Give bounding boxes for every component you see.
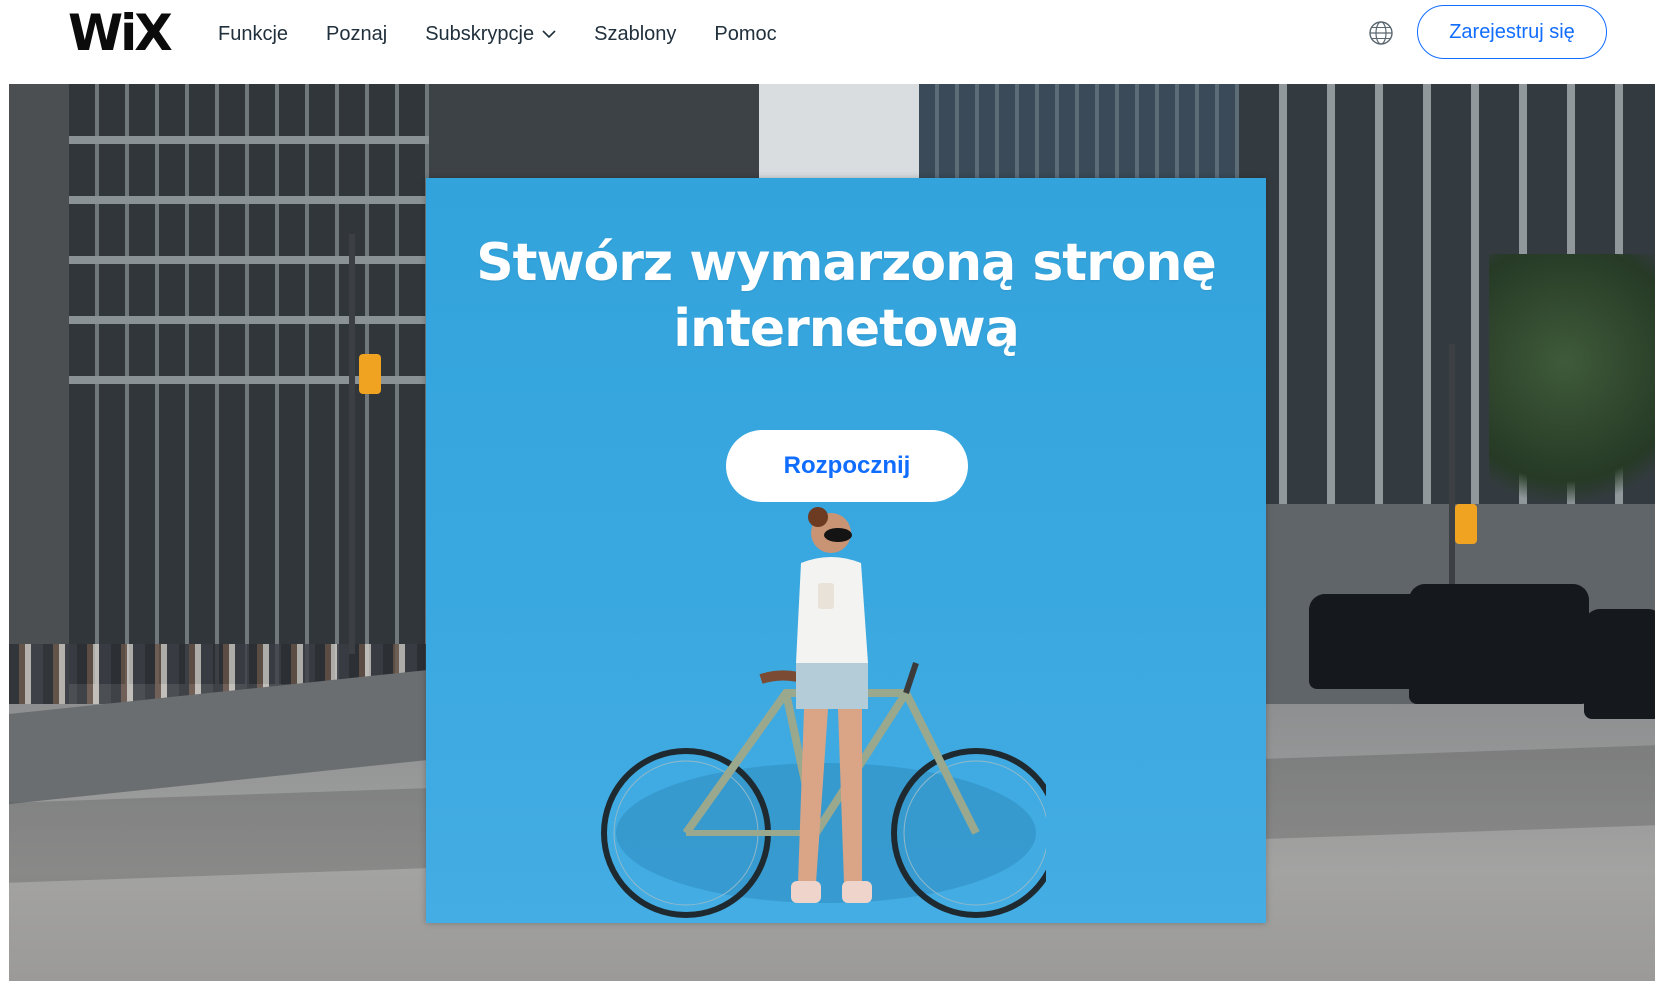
nav-item-label: Funkcje (218, 22, 289, 45)
headline-line-2: internetową (673, 299, 1020, 359)
nav-item-pomoc[interactable]: Pomoc (714, 18, 776, 50)
traffic-light-right (1455, 504, 1477, 544)
traffic-light-left (359, 354, 381, 394)
top-header: WiX Funkcje Poznaj Subskrypcje Szablony … (0, 0, 1655, 84)
nav-item-subskrypcje[interactable]: Subskrypcje (425, 18, 556, 50)
sky (759, 84, 919, 184)
nav-item-label: Subskrypcje (425, 22, 535, 45)
chevron-down-icon (542, 30, 556, 39)
signup-button[interactable]: Zarejestruj się (1417, 5, 1607, 59)
globe-icon[interactable] (1368, 20, 1394, 46)
wix-logo[interactable]: WiX (68, 8, 173, 58)
nav-item-poznaj[interactable]: Poznaj (326, 18, 387, 50)
building-center-right (919, 84, 1239, 184)
get-started-button[interactable]: Rozpocznij (726, 430, 968, 502)
building-center (429, 84, 759, 184)
hero-headline: Stwórz wymarzoną stronę internetową (426, 230, 1266, 362)
building-left (9, 84, 69, 704)
headline-line-1: Stwórz wymarzoną stronę (476, 233, 1217, 293)
tree (1489, 254, 1655, 524)
nav-item-szablony[interactable]: Szablony (594, 18, 676, 50)
main-nav: Funkcje Poznaj Subskrypcje Szablony Pomo… (218, 18, 815, 50)
car (1584, 609, 1655, 719)
street-pole-left (349, 234, 355, 654)
woman-with-bicycle-image (601, 507, 1046, 918)
nav-item-label: Pomoc (714, 22, 777, 45)
car (1409, 584, 1589, 704)
hero-section: Stwórz wymarzoną stronę internetową Rozp… (9, 84, 1655, 981)
blue-backdrop-panel: Stwórz wymarzoną stronę internetową Rozp… (426, 178, 1266, 923)
nav-item-label: Szablony (594, 22, 677, 45)
nav-item-funkcje[interactable]: Funkcje (218, 18, 288, 50)
nav-item-label: Poznaj (326, 22, 388, 45)
